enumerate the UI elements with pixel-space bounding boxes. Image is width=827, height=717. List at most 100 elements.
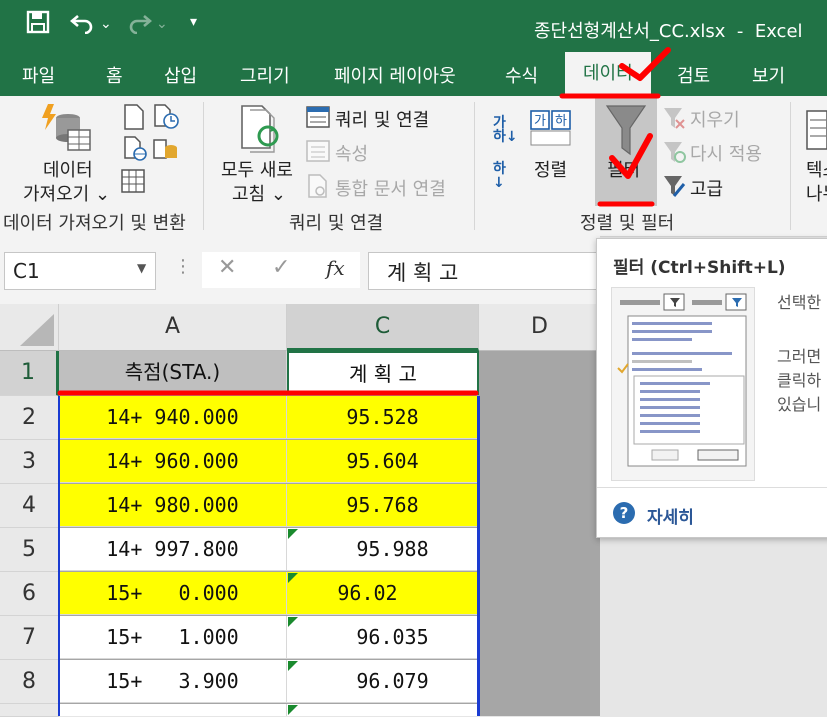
row-header[interactable]	[0, 704, 59, 717]
formula-input[interactable]: 계 획 고	[368, 252, 601, 290]
refresh-all-label-1[interactable]: 모두 새로	[221, 156, 293, 182]
sort-dialog-icon[interactable]: 가하	[530, 110, 572, 150]
svg-text:가: 가	[534, 114, 546, 129]
undo-icon[interactable]	[69, 10, 96, 40]
row-header[interactable]: 8	[0, 660, 59, 704]
select-all-icon	[20, 314, 54, 346]
column-header-d[interactable]: D	[479, 304, 601, 351]
group-separator	[474, 102, 475, 230]
cell-a3[interactable]: 14+ 960.000	[59, 440, 287, 483]
filter-button[interactable]: 필터	[595, 98, 657, 206]
get-data-icon	[40, 102, 96, 156]
tab-file[interactable]: 파일	[22, 62, 55, 88]
row-header[interactable]: 2	[0, 396, 59, 440]
svg-text:하: 하	[555, 114, 567, 129]
clear-filter-icon	[662, 106, 686, 134]
reapply-button: 다시 적용	[690, 144, 762, 165]
undo-dropdown-icon[interactable]: ⌄	[100, 16, 112, 32]
filter-funnel-icon	[605, 105, 647, 156]
sort-button[interactable]: 정렬	[534, 156, 567, 182]
cancel-entry-icon[interactable]: ✕	[218, 255, 236, 280]
enter-entry-icon[interactable]: ✓	[272, 255, 290, 280]
table-border-right	[477, 396, 480, 716]
refresh-all-icon	[236, 104, 286, 158]
cell-a6[interactable]: 15+ 0.000	[59, 572, 287, 615]
formula-bar-grip-icon: ⋮	[174, 256, 192, 277]
group-separator	[790, 102, 791, 230]
tooltip-preview-image	[611, 287, 755, 481]
help-icon[interactable]: ?	[613, 502, 635, 524]
text-to-columns-label-2[interactable]: 나누	[806, 180, 827, 206]
name-box-dropdown-icon[interactable]: ▼	[137, 261, 146, 275]
properties-button: 속성	[335, 144, 369, 165]
formula-input-value: 계 획 고	[387, 261, 459, 285]
group-label-queries: 쿼리 및 연결	[289, 213, 384, 234]
tab-home[interactable]: 홈	[106, 62, 123, 88]
row-header[interactable]: 7	[0, 616, 59, 660]
cell-c9[interactable]	[287, 704, 479, 716]
insert-function-icon[interactable]: fx	[326, 256, 345, 280]
row-header[interactable]: 5	[0, 528, 59, 572]
cell-a1[interactable]: 측점(STA.)	[59, 351, 287, 395]
formula-buttons: ✕ ✓ fx	[202, 252, 360, 288]
tab-formulas[interactable]: 수식	[505, 62, 538, 88]
tab-view[interactable]: 보기	[752, 62, 785, 88]
cell-c2[interactable]: 95.528	[287, 396, 479, 439]
advanced-filter-button[interactable]: 고급	[690, 175, 723, 201]
save-icon[interactable]	[26, 10, 50, 40]
queries-connections-button[interactable]: 쿼리 및 연결	[335, 106, 429, 132]
cell-a8[interactable]: 15+ 3.900	[59, 660, 287, 703]
row-header[interactable]: 3	[0, 440, 59, 484]
name-box[interactable]: C1 ▼	[4, 252, 156, 290]
tab-draw[interactable]: 그리기	[240, 62, 290, 88]
tab-review[interactable]: 검토	[677, 62, 710, 88]
tooltip-desc-3: 클릭하	[777, 371, 822, 390]
row-header[interactable]: 4	[0, 484, 59, 528]
tooltip-desc-2: 그러면	[777, 347, 822, 366]
column-header-c[interactable]: C	[287, 304, 479, 351]
from-web-icon[interactable]	[122, 136, 148, 166]
cell-c4[interactable]: 95.768	[287, 484, 479, 527]
cell-a9[interactable]	[59, 704, 287, 716]
get-data-label-2[interactable]: 가져오기 ⌄	[23, 180, 110, 206]
filter-button-label: 필터	[607, 160, 641, 181]
from-text-icon[interactable]	[122, 104, 146, 134]
cell-c5[interactable]: 95.988	[287, 528, 479, 571]
text-to-columns-label-1[interactable]: 텍스	[806, 156, 827, 182]
refresh-all-label-2[interactable]: 고침 ⌄	[232, 180, 286, 206]
row-header[interactable]: 6	[0, 572, 59, 616]
tooltip-more-link[interactable]: 자세히	[647, 503, 694, 528]
get-data-label-1[interactable]: 데이터	[43, 156, 93, 182]
row-header[interactable]: 1	[0, 351, 59, 396]
tooltip-title: 필터 (Ctrl+Shift+L)	[613, 258, 786, 278]
column-header-a[interactable]: A	[59, 304, 287, 351]
cell-a2[interactable]: 14+ 940.000	[59, 396, 287, 439]
text-to-columns-icon[interactable]	[806, 110, 827, 154]
cell-a5[interactable]: 14+ 997.800	[59, 528, 287, 571]
cell-c6[interactable]: 96.02	[287, 572, 479, 615]
from-table-icon[interactable]	[120, 168, 146, 198]
select-all-button[interactable]	[0, 304, 59, 351]
tooltip-divider	[597, 487, 827, 488]
advanced-filter-icon[interactable]	[662, 174, 686, 202]
existing-connections-icon[interactable]	[152, 136, 178, 166]
cell-c8[interactable]: 96.079	[287, 660, 479, 703]
cell-c7[interactable]: 96.035	[287, 616, 479, 659]
queries-connections-icon[interactable]	[306, 106, 330, 132]
recent-sources-icon[interactable]	[152, 104, 180, 134]
tab-insert[interactable]: 삽입	[164, 62, 197, 88]
tab-data[interactable]: 데이터	[565, 52, 651, 96]
cell-a7[interactable]: 15+ 1.000	[59, 616, 287, 659]
properties-icon	[306, 140, 330, 166]
group-separator	[203, 102, 204, 230]
table-border-left	[58, 396, 60, 716]
cell-c3[interactable]: 95.604	[287, 440, 479, 483]
sort-az-icon[interactable]: 가 하↓	[493, 116, 518, 144]
tab-page-layout[interactable]: 페이지 레이아웃	[334, 62, 456, 88]
clear-filter-button: 지우기	[690, 110, 740, 131]
cell-c1[interactable]: 계 획 고	[287, 351, 479, 395]
cell-a4[interactable]: 14+ 980.000	[59, 484, 287, 527]
name-box-value: C1	[13, 259, 40, 283]
customize-qat-icon[interactable]: ▾	[190, 14, 197, 30]
sort-za-icon[interactable]: 하 ↓	[493, 162, 506, 190]
